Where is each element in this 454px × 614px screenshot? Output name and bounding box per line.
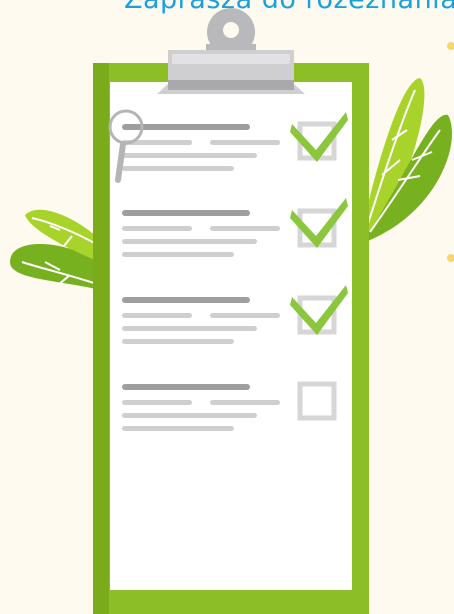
decor-dot xyxy=(447,254,454,262)
clipboard-clip-icon xyxy=(157,8,305,94)
leaf-icon xyxy=(10,209,101,290)
clipboard-illustration xyxy=(10,8,454,614)
leaf-icon xyxy=(360,78,452,245)
decor-dot xyxy=(447,42,454,50)
